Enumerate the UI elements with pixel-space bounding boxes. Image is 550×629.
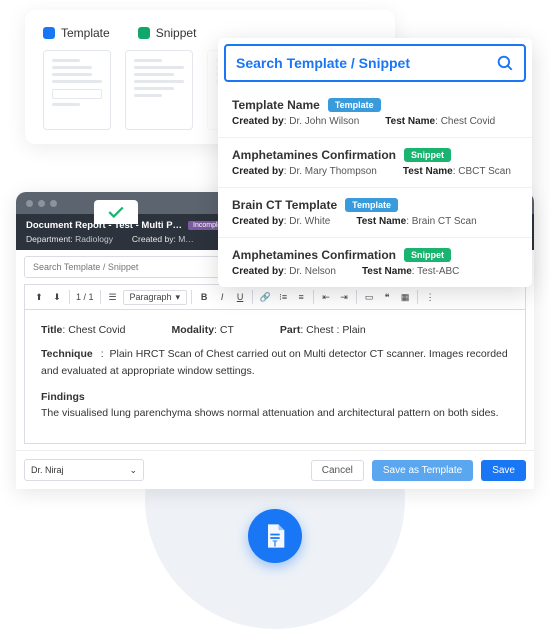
list-icon[interactable]: ☰ <box>105 288 121 306</box>
editor-body[interactable]: Title: Chest Covid Modality: CT Part: Ch… <box>24 310 526 444</box>
image-icon[interactable]: ▭ <box>361 288 377 306</box>
snippet-badge: Snippet <box>404 248 451 262</box>
doctor-select[interactable]: Dr. Niraj ⌄ <box>24 459 144 481</box>
outdent-icon[interactable]: ⇤ <box>318 288 334 306</box>
template-badge: Template <box>345 198 398 212</box>
window-dot-icon <box>50 200 57 207</box>
indent-icon[interactable]: ⇥ <box>336 288 352 306</box>
template-badge: Template <box>328 98 381 112</box>
window-dot-icon <box>38 200 45 207</box>
search-dropdown-panel: Search Template / Snippet Template Name T… <box>218 38 532 287</box>
paragraph-select[interactable]: Paragraph▾ <box>123 290 188 305</box>
search-result[interactable]: Amphetamines ConfirmationSnippet Created… <box>218 138 532 188</box>
quote-icon[interactable]: ❝ <box>379 288 395 306</box>
editor-toolbar: ⬆ ⬇ 1 / 1 ☰ Paragraph▾ B I U 🔗 ⁝≡ ≡ ⇤ ⇥ … <box>24 284 526 310</box>
window-dot-icon <box>26 200 33 207</box>
square-icon <box>43 27 55 39</box>
result-name: Amphetamines Confirmation <box>232 248 396 262</box>
bottom-action-bar: Dr. Niraj ⌄ Cancel Save as Template Save <box>16 450 534 489</box>
result-name: Brain CT Template <box>232 198 337 212</box>
doc-thumbnail[interactable] <box>43 50 111 130</box>
legend-snippet: Snippet <box>138 26 197 40</box>
search-input-main[interactable]: Search Template / Snippet <box>224 44 526 82</box>
search-placeholder: Search Template / Snippet <box>236 55 488 71</box>
template-badge-icon: T <box>248 509 302 563</box>
bullet-list-icon[interactable]: ⁝≡ <box>275 288 291 306</box>
table-icon[interactable]: ▦ <box>397 288 413 306</box>
legend-snippet-label: Snippet <box>156 26 197 40</box>
save-as-template-button[interactable]: Save as Template <box>372 460 473 481</box>
snippet-badge: Snippet <box>404 148 451 162</box>
more-icon[interactable]: ⋮ <box>422 288 438 306</box>
doc-thumbnail[interactable] <box>125 50 193 130</box>
search-icon <box>496 54 514 72</box>
result-name: Template Name <box>232 98 320 112</box>
check-icon <box>107 205 125 219</box>
italic-button[interactable]: I <box>214 288 230 306</box>
document-template-icon: T <box>261 522 289 550</box>
square-icon <box>138 27 150 39</box>
cancel-button[interactable]: Cancel <box>311 460 364 481</box>
legend-template: Template <box>43 26 110 40</box>
svg-text:T: T <box>273 540 278 549</box>
active-tab[interactable] <box>94 200 138 224</box>
numbered-list-icon[interactable]: ≡ <box>293 288 309 306</box>
page-indicator: 1 / 1 <box>74 288 96 306</box>
legend-template-label: Template <box>61 26 110 40</box>
underline-button[interactable]: U <box>232 288 248 306</box>
search-result[interactable]: Template NameTemplate Created by: Dr. Jo… <box>218 88 532 138</box>
doctor-select-value: Dr. Niraj <box>31 465 64 475</box>
bold-button[interactable]: B <box>196 288 212 306</box>
upload-icon[interactable]: ⬆ <box>31 288 47 306</box>
download-icon[interactable]: ⬇ <box>49 288 65 306</box>
save-button[interactable]: Save <box>481 460 526 481</box>
chevron-down-icon: ⌄ <box>129 465 137 476</box>
link-icon[interactable]: 🔗 <box>257 288 273 306</box>
chevron-down-icon: ▾ <box>176 292 181 303</box>
search-result[interactable]: Amphetamines ConfirmationSnippet Created… <box>218 238 532 287</box>
search-result[interactable]: Brain CT TemplateTemplate Created by: Dr… <box>218 188 532 238</box>
result-name: Amphetamines Confirmation <box>232 148 396 162</box>
